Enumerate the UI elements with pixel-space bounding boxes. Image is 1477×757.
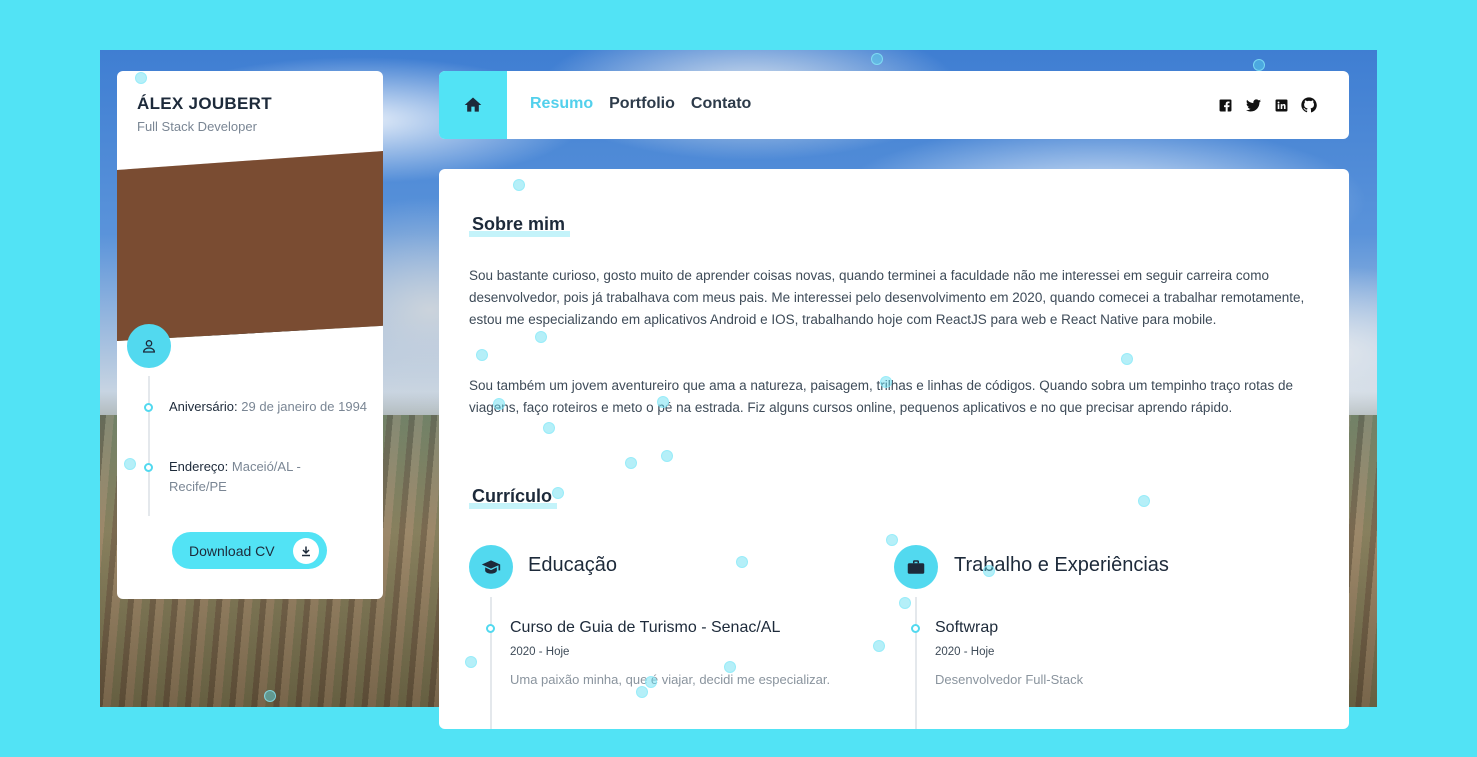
floating-bubble [264, 690, 276, 702]
floating-bubble [135, 72, 147, 84]
work-timeline-line [915, 597, 917, 729]
floating-bubble [736, 556, 748, 568]
user-icon [127, 324, 171, 368]
floating-bubble [657, 396, 669, 408]
floating-bubble [899, 597, 911, 609]
education-timeline-line [490, 597, 492, 729]
home-button[interactable] [439, 71, 507, 139]
timeline-dot [911, 624, 920, 633]
profile-timeline-line [148, 376, 150, 516]
floating-bubble [493, 398, 505, 410]
floating-bubble [552, 487, 564, 499]
facebook-icon[interactable] [1217, 97, 1233, 113]
education-item-date: 2020 - Hoje [510, 646, 570, 658]
education-item-title: Curso de Guia de Turismo - Senac/AL [510, 619, 781, 636]
floating-bubble [543, 422, 555, 434]
about-paragraph-1: Sou bastante curioso, gosto muito de apr… [469, 268, 1305, 327]
work-item-title: Softwrap [935, 619, 999, 636]
education-title: Educação [528, 554, 617, 576]
floating-bubble [724, 661, 736, 673]
floating-bubble [873, 640, 885, 652]
home-icon [464, 97, 482, 112]
floating-bubble [465, 656, 477, 668]
address-info: Endereço: Maceió/AL - Recife/PE [169, 457, 329, 497]
timeline-dot [144, 403, 153, 412]
timeline-dot [144, 463, 153, 472]
floating-bubble [535, 331, 547, 343]
floating-bubble [871, 53, 883, 65]
profile-role: Full Stack Developer [137, 119, 257, 134]
top-nav: Resumo Portfolio Contato [439, 71, 1349, 139]
floating-bubble [886, 534, 898, 546]
floating-bubble [513, 179, 525, 191]
floating-bubble [661, 450, 673, 462]
resume-title: Currículo [469, 486, 558, 509]
main-content: Sobre mim Sou bastante curioso, gosto mu… [439, 169, 1349, 729]
download-cv-button[interactable]: Download CV [172, 532, 327, 569]
floating-bubble [880, 376, 892, 388]
education-item-description: Uma paixão minha, que é viajar, decidi m… [510, 672, 831, 687]
address-label: Endereço: [169, 459, 229, 474]
linkedin-icon[interactable] [1273, 97, 1289, 113]
birthday-info: Aniversário: 29 de janeiro de 1994 [169, 397, 369, 417]
graduation-cap-icon [469, 545, 513, 589]
about-paragraph-2: Sou também um jovem aventureiro que ama … [469, 378, 1293, 415]
twitter-icon[interactable] [1245, 97, 1261, 113]
profile-card: ÁLEX JOUBERT Full Stack Developer Aniver… [117, 71, 383, 599]
github-icon[interactable] [1301, 97, 1317, 113]
work-item-description: Desenvolvedor Full-Stack [935, 672, 1084, 687]
floating-bubble [625, 457, 637, 469]
timeline-dot [486, 624, 495, 633]
briefcase-icon [894, 545, 938, 589]
floating-bubble [476, 349, 488, 361]
about-title: Sobre mim [469, 214, 571, 237]
birthday-label: Aniversário: [169, 399, 238, 414]
floating-bubble [1121, 353, 1133, 365]
floating-bubble [1253, 59, 1265, 71]
floating-bubble [983, 565, 995, 577]
work-item-date: 2020 - Hoje [935, 646, 995, 658]
profile-photo [117, 151, 383, 341]
download-icon [293, 538, 319, 564]
nav-link-portfolio[interactable]: Portfolio [609, 95, 675, 113]
floating-bubble [1138, 495, 1150, 507]
nav-link-contato[interactable]: Contato [691, 95, 751, 113]
birthday-value: 29 de janeiro de 1994 [241, 399, 368, 414]
floating-bubble [636, 686, 648, 698]
download-cv-label: Download CV [189, 542, 275, 559]
nav-link-resumo[interactable]: Resumo [530, 95, 593, 113]
floating-bubble [645, 676, 657, 688]
profile-name: ÁLEX JOUBERT [137, 94, 272, 113]
floating-bubble [124, 458, 136, 470]
